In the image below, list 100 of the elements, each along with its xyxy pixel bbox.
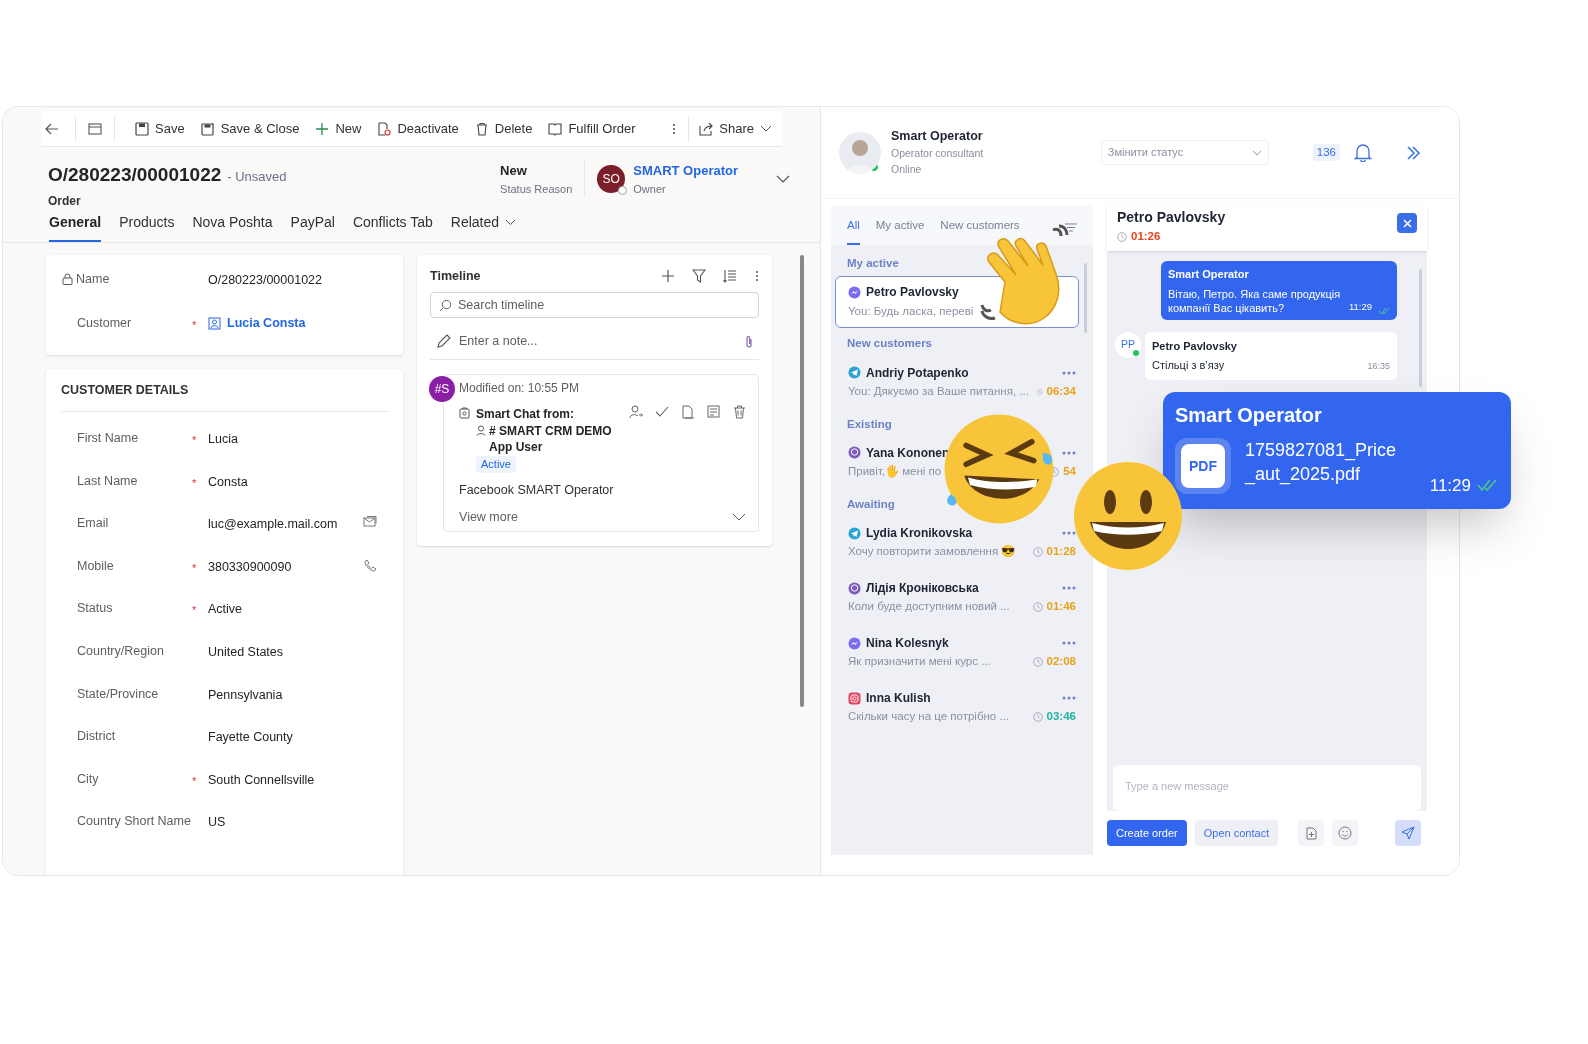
- field-value: Pennsylvania: [208, 686, 284, 704]
- record-title: O/280223/00001022: [48, 163, 222, 187]
- send-button[interactable]: [1395, 820, 1421, 846]
- scrollbar[interactable]: [1084, 263, 1087, 333]
- field-value: United States: [208, 643, 285, 661]
- share-button[interactable]: Share: [689, 113, 782, 144]
- message-box[interactable]: Type a new message: [1113, 765, 1421, 811]
- message-time: 11:29: [1348, 300, 1372, 315]
- required-mark: *: [192, 319, 197, 331]
- clock-icon: [1032, 712, 1043, 722]
- section-title: CUSTOMER DETAILS: [61, 383, 189, 397]
- more-icon[interactable]: [1062, 696, 1076, 700]
- chat-tab[interactable]: All: [847, 216, 860, 245]
- field-label: District: [77, 728, 116, 746]
- more-icon[interactable]: [1062, 531, 1076, 535]
- operator-avatar: [839, 131, 881, 174]
- clock-icon: [1032, 547, 1043, 557]
- search-field[interactable]: Search timeline: [458, 295, 751, 315]
- tab[interactable]: Related: [450, 210, 517, 242]
- message-preview: Скільки часу на це потрібно ...: [848, 709, 1010, 725]
- conversation-timer: 01:26: [1131, 229, 1161, 244]
- owner-avatar: SO: [597, 165, 626, 193]
- filter-icon[interactable]: [692, 269, 707, 283]
- toolbar-button[interactable]: Save & Close: [192, 113, 308, 144]
- assign-icon[interactable]: [629, 405, 644, 419]
- timeline-title: Timeline: [430, 267, 481, 285]
- tab[interactable]: PayPal: [290, 210, 335, 242]
- toolbar-button[interactable]: Deactivate: [369, 113, 467, 144]
- close-button[interactable]: [1397, 213, 1417, 233]
- note-field[interactable]: Enter a note...: [459, 332, 738, 351]
- file-name: 1759827081_Price_aut_2025.pdf: [1245, 439, 1398, 486]
- tab[interactable]: General: [49, 210, 102, 242]
- field-value: Consta: [208, 473, 249, 491]
- message-field[interactable]: Type a new message: [1125, 778, 1409, 795]
- clock-icon: [1032, 657, 1043, 667]
- deactivate-icon: [377, 121, 392, 136]
- toolbar-button[interactable]: Save: [127, 113, 193, 144]
- contact-name: Lydia Kronikovska: [866, 525, 973, 542]
- back-arrow-icon[interactable]: [45, 122, 59, 135]
- toolbar-button[interactable]: Fulfill Order: [540, 113, 644, 144]
- message-preview: You: Дякуємо за Ваше питання, ...: [848, 383, 1029, 399]
- view-more-link[interactable]: View more: [459, 507, 518, 527]
- more-icon[interactable]: [671, 122, 676, 135]
- wait-time: 01:46: [1046, 599, 1076, 615]
- double-chevron-icon[interactable]: [1406, 145, 1421, 160]
- operator-presence: Online: [891, 161, 923, 177]
- chevron-down-icon[interactable]: [732, 513, 747, 522]
- status-value: New: [500, 162, 528, 180]
- note-box[interactable]: Enter a note...: [430, 324, 760, 360]
- field-label: Status: [77, 600, 113, 618]
- close-icon: [1402, 218, 1412, 228]
- owner-link[interactable]: SMART Operator: [633, 161, 738, 181]
- trash-icon[interactable]: [733, 405, 747, 419]
- phone-icon[interactable]: [364, 558, 377, 572]
- chat-tab[interactable]: New customers: [940, 216, 1020, 245]
- document-icon[interactable]: [681, 405, 696, 419]
- scrollbar[interactable]: [1419, 269, 1422, 387]
- search-box[interactable]: Search timeline: [430, 292, 760, 318]
- tab[interactable]: Products: [119, 210, 175, 242]
- viber-icon: [848, 581, 861, 595]
- person-icon: [476, 425, 486, 436]
- entry-description: Facebook SMART Operator: [459, 481, 615, 499]
- attach-button[interactable]: [1298, 820, 1325, 846]
- customer-link[interactable]: Lucia Consta: [227, 314, 306, 333]
- tab[interactable]: Nova Poshta: [192, 210, 273, 242]
- chat-tab[interactable]: My active: [875, 216, 925, 245]
- tab[interactable]: Conflicts Tab: [352, 210, 433, 242]
- more-icon[interactable]: [1062, 641, 1076, 645]
- messenger-icon: [848, 636, 861, 650]
- chat-record-icon: [459, 407, 470, 419]
- chevron-down-icon[interactable]: [776, 174, 790, 184]
- wait-time: 01:28: [1046, 544, 1076, 560]
- more-icon[interactable]: [1062, 586, 1076, 590]
- bell-icon[interactable]: [1354, 143, 1372, 162]
- field-label: Country Short Name: [77, 813, 191, 831]
- message-author: Petro Pavlovsky: [1152, 338, 1238, 354]
- field-value: Fayette County: [208, 729, 294, 747]
- message-preview: Хочу повторити замовлення 😎: [848, 544, 1016, 560]
- toolbar-button[interactable]: New: [307, 113, 370, 144]
- field-label: City: [77, 770, 99, 788]
- toolbar-button[interactable]: Delete: [466, 113, 541, 144]
- window-icon[interactable]: [88, 122, 102, 135]
- field-value: luc@example.mail.com: [208, 516, 339, 534]
- filter-icon[interactable]: [1065, 223, 1077, 232]
- entry-user: # SMART CRM DEMO App User: [489, 423, 613, 455]
- mail-icon[interactable]: [363, 516, 377, 528]
- more-icon[interactable]: [1062, 370, 1076, 375]
- check-icon[interactable]: [655, 405, 670, 419]
- note-icon[interactable]: [707, 405, 722, 419]
- scrollbar[interactable]: [800, 255, 804, 707]
- list-icon[interactable]: [723, 269, 738, 283]
- more-icon[interactable]: [755, 270, 760, 282]
- secondary-button[interactable]: Open contact: [1194, 820, 1279, 846]
- paperclip-icon[interactable]: [745, 334, 754, 349]
- more-icon[interactable]: [1062, 450, 1076, 455]
- status-tag: Active: [476, 456, 516, 473]
- book-icon: [548, 121, 563, 136]
- primary-button[interactable]: Create order: [1107, 820, 1187, 846]
- plus-icon[interactable]: [661, 269, 676, 283]
- emoji-button[interactable]: [1332, 820, 1359, 846]
